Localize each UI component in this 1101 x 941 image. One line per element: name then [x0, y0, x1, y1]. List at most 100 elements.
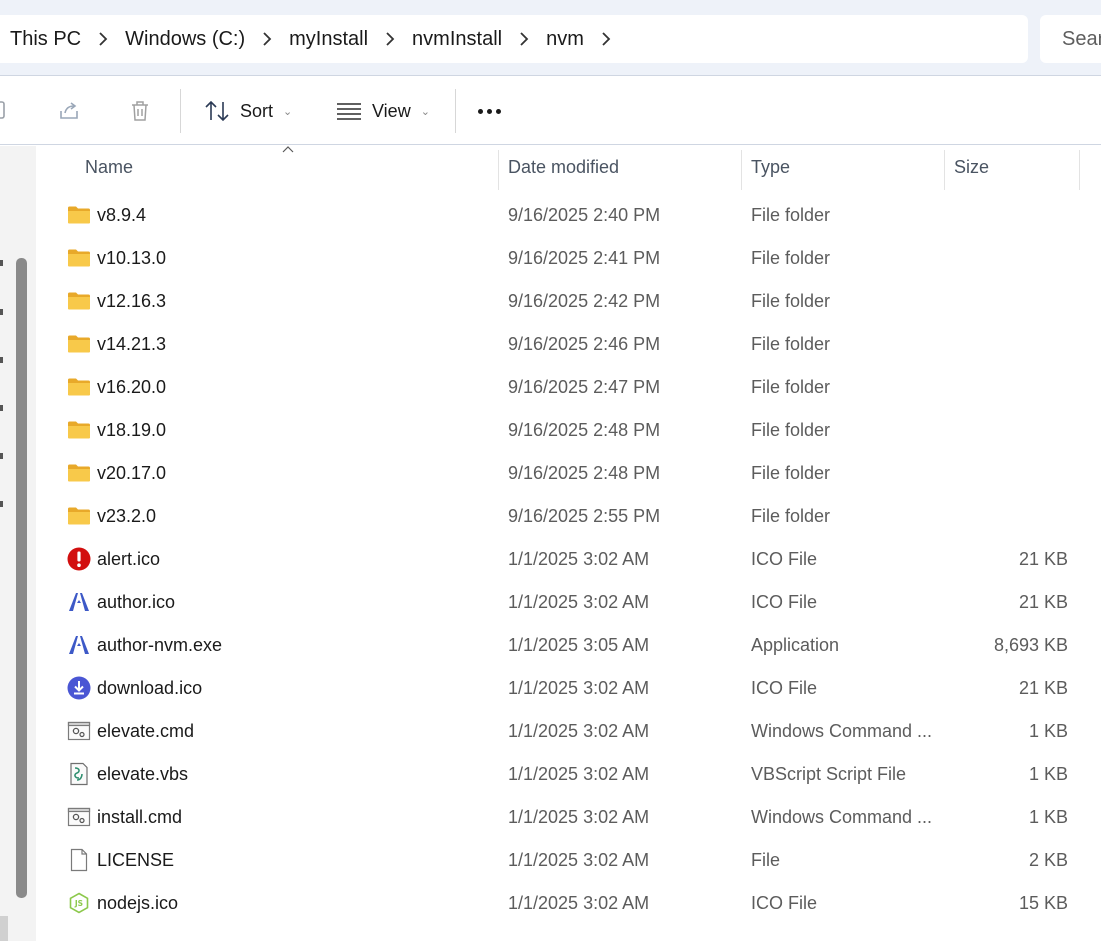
- chevron-right-icon[interactable]: [245, 28, 289, 51]
- file-type: ICO File: [751, 893, 818, 913]
- chevron-down-icon: ⌄: [283, 105, 293, 118]
- nav-expand-marker[interactable]: [0, 501, 3, 507]
- nav-expand-marker[interactable]: [0, 357, 3, 363]
- file-date-modified: 9/16/2025 2:41 PM: [508, 248, 661, 268]
- file-size: 15 KB: [1018, 893, 1068, 913]
- file-type: Application: [751, 635, 840, 655]
- file-size: [947, 495, 1068, 538]
- file-name: v12.16.3: [97, 291, 167, 311]
- breadcrumb-windows-c[interactable]: Windows (C:): [125, 28, 245, 51]
- file-row[interactable]: elevate.cmd 1/1/2025 3:02 AM Windows Comma…: [37, 710, 1101, 753]
- file-size: 2 KB: [1028, 850, 1068, 870]
- file-name: nodejs.ico: [97, 893, 179, 913]
- file-row[interactable]: install.cmd 1/1/2025 3:02 AM Windows Comma…: [37, 796, 1101, 839]
- file-row[interactable]: LICENSE 1/1/2025 3:02 AM File 2 KB: [37, 839, 1101, 882]
- folder-row[interactable]: v20.17.0 9/16/2025 2:48 PM File folder: [37, 452, 1101, 495]
- more-dot: [496, 108, 501, 114]
- nav-scrollbar[interactable]: [16, 258, 27, 898]
- nav-selection[interactable]: [0, 916, 8, 941]
- download-icon: [67, 676, 91, 700]
- author-icon: [67, 590, 91, 614]
- folder-icon: [67, 289, 91, 313]
- nav-expand-marker[interactable]: [0, 453, 3, 459]
- file-type: File folder: [751, 334, 831, 354]
- column-divider[interactable]: [741, 150, 742, 190]
- file-size: 21 KB: [1018, 592, 1068, 612]
- folder-row[interactable]: v16.20.0 9/16/2025 2:47 PM File folder: [37, 366, 1101, 409]
- folder-row[interactable]: v23.2.0 9/16/2025 2:55 PM File folder: [37, 495, 1101, 538]
- chevron-right-icon[interactable]: [584, 28, 628, 51]
- file-row[interactable]: alert.ico 1/1/2025 3:02 AM ICO File 21 KB: [37, 538, 1101, 581]
- nav-expand-marker[interactable]: [0, 260, 3, 266]
- sort-icon: [205, 100, 229, 122]
- breadcrumb-this-pc[interactable]: This PC: [10, 28, 81, 51]
- file-type: File folder: [751, 506, 831, 526]
- nav-expand-marker[interactable]: [0, 309, 3, 315]
- file-date-modified: 9/16/2025 2:48 PM: [508, 463, 661, 483]
- file-size: 1 KB: [1028, 807, 1068, 827]
- folder-row[interactable]: v10.13.0 9/16/2025 2:41 PM File folder: [37, 237, 1101, 280]
- file-type: File: [751, 850, 781, 870]
- column-header-name[interactable]: Name: [85, 146, 133, 188]
- column-divider[interactable]: [498, 150, 499, 190]
- file-name: download.ico: [97, 678, 203, 698]
- breadcrumb: This PC Windows (C:) myInstall nvmInstal…: [10, 15, 628, 63]
- file-row[interactable]: download.ico 1/1/2025 3:02 AM ICO File 21 K…: [37, 667, 1101, 710]
- column-header-size[interactable]: Size: [954, 146, 989, 188]
- delete-icon[interactable]: [128, 99, 152, 123]
- script-file-icon: [67, 762, 91, 786]
- chevron-right-icon[interactable]: [502, 28, 546, 51]
- file-name: author-nvm.exe: [97, 635, 223, 655]
- file-date-modified: 1/1/2025 3:02 AM: [508, 807, 650, 827]
- file-row[interactable]: elevate.vbs 1/1/2025 3:02 AM VBScript Scri…: [37, 753, 1101, 796]
- file-type: File folder: [751, 463, 831, 483]
- file-row[interactable]: author.ico 1/1/2025 3:02 AM ICO File 21 KB: [37, 581, 1101, 624]
- breadcrumb-myinstall[interactable]: myInstall: [289, 28, 368, 51]
- file-size: 1 KB: [1028, 764, 1068, 784]
- address-bar[interactable]: This PC Windows (C:) myInstall nvmInstal…: [0, 15, 1028, 63]
- folder-icon: [67, 375, 91, 399]
- sort-button[interactable]: Sort ⌄: [204, 77, 292, 145]
- toolbar-divider: [455, 89, 456, 133]
- file-type: File folder: [751, 205, 831, 225]
- chevron-right-icon[interactable]: [81, 28, 125, 51]
- breadcrumb-nvm[interactable]: nvm: [546, 28, 584, 51]
- more-options-button[interactable]: [478, 77, 501, 145]
- file-name: elevate.cmd: [97, 721, 195, 741]
- breadcrumb-nvminstall[interactable]: nvmInstall: [412, 28, 502, 51]
- file-row[interactable]: JS nodejs.ico 1/1/2025 3:02 AM ICO File 15 K…: [37, 882, 1101, 925]
- chevron-right-icon[interactable]: [368, 28, 412, 51]
- copy-icon[interactable]: [0, 99, 10, 123]
- nav-expand-marker[interactable]: [0, 405, 3, 411]
- nodejs-icon: JS: [67, 891, 91, 915]
- file-date-modified: 1/1/2025 3:02 AM: [508, 764, 650, 784]
- folder-row[interactable]: v18.19.0 9/16/2025 2:48 PM File folder: [37, 409, 1101, 452]
- view-button[interactable]: View ⌄: [336, 77, 430, 145]
- file-type: Windows Command ...: [751, 721, 933, 741]
- file-size: [947, 409, 1068, 452]
- file-row[interactable]: author-nvm.exe 1/1/2025 3:05 AM Applicatio…: [37, 624, 1101, 667]
- folder-row[interactable]: v8.9.4 9/16/2025 2:40 PM File folder: [37, 194, 1101, 237]
- folder-icon: [67, 418, 91, 442]
- file-size: [947, 323, 1068, 366]
- file-date-modified: 9/16/2025 2:48 PM: [508, 420, 661, 440]
- file-size: 21 KB: [1018, 678, 1068, 698]
- column-divider[interactable]: [944, 150, 945, 190]
- column-header-date[interactable]: Date modified: [508, 146, 619, 188]
- blank-file-icon: [67, 848, 91, 872]
- file-size: 8,693 KB: [993, 635, 1068, 655]
- folder-row[interactable]: v14.21.3 9/16/2025 2:46 PM File folder: [37, 323, 1101, 366]
- file-type: ICO File: [751, 549, 818, 569]
- folder-icon: [67, 332, 91, 356]
- file-date-modified: 9/16/2025 2:47 PM: [508, 377, 661, 397]
- author-icon: [67, 633, 91, 657]
- file-size: 21 KB: [1018, 549, 1068, 569]
- file-size: 1 KB: [1028, 721, 1068, 741]
- share-icon[interactable]: [57, 99, 81, 123]
- folder-row[interactable]: v12.16.3 9/16/2025 2:42 PM File folder: [37, 280, 1101, 323]
- column-header-type[interactable]: Type: [751, 146, 790, 188]
- search-input[interactable]: Search: [1040, 15, 1101, 63]
- file-date-modified: 1/1/2025 3:02 AM: [508, 678, 650, 698]
- column-divider[interactable]: [1079, 150, 1080, 190]
- folder-icon: [67, 203, 91, 227]
